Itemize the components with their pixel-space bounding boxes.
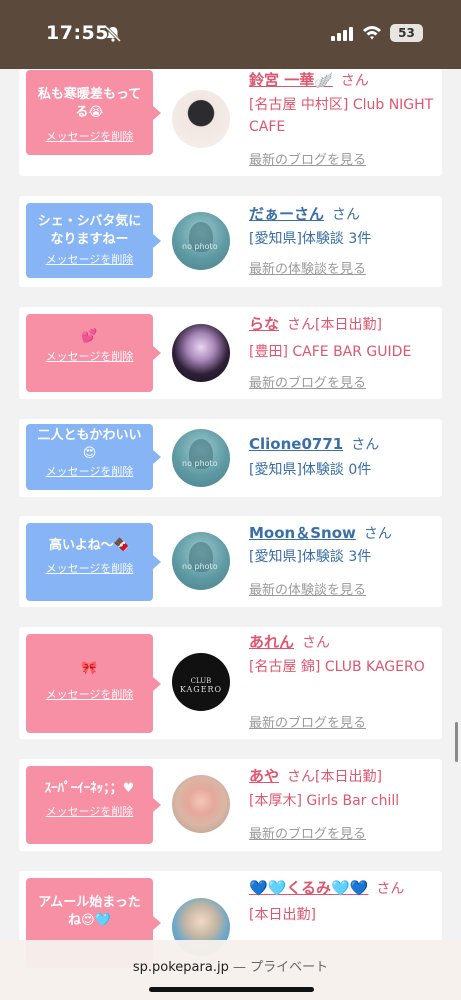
message-card: シェ・シバタ気になりますねー メッセージを削除 no photo だぁーさん さん… <box>19 196 442 287</box>
message-text: 私も寒暖差もってる😭 <box>37 87 142 120</box>
shop-info: [豊田] CAFE BAR GUIDE <box>249 344 412 360</box>
honorific: さん <box>376 881 405 897</box>
message-bubble: 🎀 メッセージを削除 <box>26 634 161 733</box>
message-bubble: 💕 メッセージを削除 <box>26 314 161 392</box>
delete-message-link[interactable]: メッセージを削除 <box>26 348 153 366</box>
review-count: [愛知県]体験談 3件 <box>249 549 372 565</box>
profile-info: Clione0771 さん [愛知県]体験談 0件 <box>249 433 439 481</box>
message-bubble: 二人ともかわいい😍 メッセージを削除 <box>26 424 161 490</box>
latest-blog-link[interactable]: 最新のブログを見る <box>249 823 366 842</box>
message-text: 二人ともかわいい😍 <box>37 428 142 461</box>
message-bubble: ｽｰﾊﾟｰｲｰﾈｯ；；♥ メッセージを削除 <box>26 766 161 844</box>
profile-info: Moon＆Snow さん [愛知県]体験談 3件 <box>249 522 439 568</box>
message-card: ｽｰﾊﾟｰｲｰﾈｯ；；♥ メッセージを削除 あや さん[本日出勤] [本厚木] G… <box>19 759 442 851</box>
profile-info: あや さん[本日出勤] [本厚木] Girls Bar chill <box>249 765 439 812</box>
no-photo-avatar[interactable]: no photo <box>172 212 230 270</box>
bell-muted-icon <box>104 25 122 43</box>
avatar[interactable] <box>172 90 230 148</box>
profile-name-link[interactable]: あれん <box>249 633 294 651</box>
shop-info: [名古屋 中村区] Club NIGHT CAFE <box>249 97 434 135</box>
avatar[interactable] <box>172 775 230 833</box>
message-text: 💕 <box>81 329 98 344</box>
kagero-logo-top: CLUB <box>190 677 212 685</box>
message-text: アムール始まったね😍🩵 <box>38 895 141 928</box>
message-card: 二人ともかわいい😍 メッセージを削除 no photo Clione0771 さん… <box>19 419 442 497</box>
scroll-indicator[interactable] <box>455 722 458 762</box>
profile-name-link[interactable]: Clione0771 <box>249 435 343 453</box>
review-count: [愛知県]体験談 0件 <box>249 462 372 478</box>
home-indicator[interactable] <box>149 987 314 992</box>
message-text: ｽｰﾊﾟｰｲｰﾈｯ；；♥ <box>44 781 135 796</box>
honorific: さん <box>351 437 380 453</box>
profile-info: だぁーさん さん [愛知県]体験談 3件 <box>249 203 439 250</box>
profile-info: あれん さん [名古屋 錦] CLUB KAGERO <box>249 631 439 678</box>
working-today-badge: [本日出勤] <box>315 317 382 333</box>
status-time: 17:55 <box>46 22 109 44</box>
review-count: [愛知県]体験談 3件 <box>249 231 372 247</box>
profile-name-link[interactable]: らな <box>249 315 279 333</box>
profile-info: 鈴宮 一華🪽 さん [名古屋 中村区] Club NIGHT CAFE <box>249 69 439 138</box>
honorific: さん <box>287 769 316 785</box>
honorific: さん <box>340 73 369 89</box>
message-text: 🎀 <box>81 661 98 676</box>
shop-info: [名古屋 錦] CLUB KAGERO <box>249 659 425 675</box>
latest-blog-link[interactable]: 最新のブログを見る <box>249 712 366 731</box>
delete-message-link[interactable]: メッセージを削除 <box>26 463 153 481</box>
message-card: 💕 メッセージを削除 らな さん[本日出勤] [豊田] CAFE BAR GUID… <box>19 307 442 399</box>
profile-info: 💙🩵くるみ🩵💙 さん [本日出勤] <box>249 877 439 926</box>
latest-blog-link[interactable]: 最新のブログを見る <box>249 149 366 168</box>
profile-name-link[interactable]: だぁーさん <box>249 205 324 223</box>
honorific: さん <box>287 317 316 333</box>
no-photo-label: no photo <box>182 459 218 468</box>
profile-info: らな さん[本日出勤] [豊田] CAFE BAR GUIDE <box>249 313 439 363</box>
avatar[interactable]: CLUB KAGERO <box>172 653 230 711</box>
wifi-icon <box>363 26 381 40</box>
honorific: さん <box>363 526 392 542</box>
no-photo-avatar[interactable]: no photo <box>172 532 230 590</box>
message-text: シェ・シバタ気になりますねー <box>37 214 142 247</box>
latest-blog-link[interactable]: 最新のブログを見る <box>249 372 366 391</box>
private-mode-label: — プライベート <box>232 960 329 975</box>
latest-review-link[interactable]: 最新の体験談を見る <box>249 258 366 277</box>
no-photo-avatar[interactable]: no photo <box>172 429 230 487</box>
honorific: さん <box>332 207 361 223</box>
working-today-badge: [本日出勤] <box>249 907 316 923</box>
battery-icon: 53 <box>390 24 423 42</box>
delete-message-link[interactable]: メッセージを削除 <box>26 560 153 578</box>
url-domain: sp.pokepara.jp <box>132 960 229 975</box>
honorific: さん <box>302 635 331 651</box>
message-bubble: 私も寒暖差もってる😭 メッセージを削除 <box>26 70 161 155</box>
message-bubble: 高いよね〜🍫 メッセージを削除 <box>26 523 161 601</box>
delete-message-link[interactable]: メッセージを削除 <box>26 128 153 146</box>
delete-message-link[interactable]: メッセージを削除 <box>26 251 153 269</box>
latest-review-link[interactable]: 最新の体験談を見る <box>249 579 366 598</box>
profile-name-link[interactable]: 鈴宮 一華🪽 <box>249 71 333 89</box>
delete-message-link[interactable]: メッセージを削除 <box>26 803 153 821</box>
no-photo-label: no photo <box>182 562 218 571</box>
profile-name-link[interactable]: Moon＆Snow <box>249 524 356 542</box>
shop-info: [本厚木] Girls Bar chill <box>249 793 400 809</box>
kagero-logo-name: KAGERO <box>179 685 223 694</box>
message-card: 🎀 メッセージを削除 CLUB KAGERO あれん さん [名古屋 錦] CLU… <box>19 627 442 739</box>
cellular-signal-icon <box>331 27 353 41</box>
delete-message-link[interactable]: メッセージを削除 <box>26 686 153 704</box>
profile-name-link[interactable]: あや <box>249 767 279 785</box>
profile-name-link[interactable]: 💙🩵くるみ🩵💙 <box>249 879 368 897</box>
avatar[interactable] <box>172 324 230 382</box>
message-text: 高いよね〜🍫 <box>49 538 130 553</box>
no-photo-label: no photo <box>182 242 218 251</box>
status-bar: 17:55 53 <box>0 0 461 69</box>
url-display[interactable]: sp.pokepara.jp — プライベート <box>0 956 461 975</box>
working-today-badge: [本日出勤] <box>315 769 382 785</box>
message-card: 高いよね〜🍫 メッセージを削除 no photo Moon＆Snow さん [愛知… <box>19 516 442 607</box>
message-bubble: シェ・シバタ気になりますねー メッセージを削除 <box>26 203 161 278</box>
message-card: 私も寒暖差もってる😭 メッセージを削除 鈴宮 一華🪽 さん [名古屋 中村区] C… <box>19 69 442 176</box>
